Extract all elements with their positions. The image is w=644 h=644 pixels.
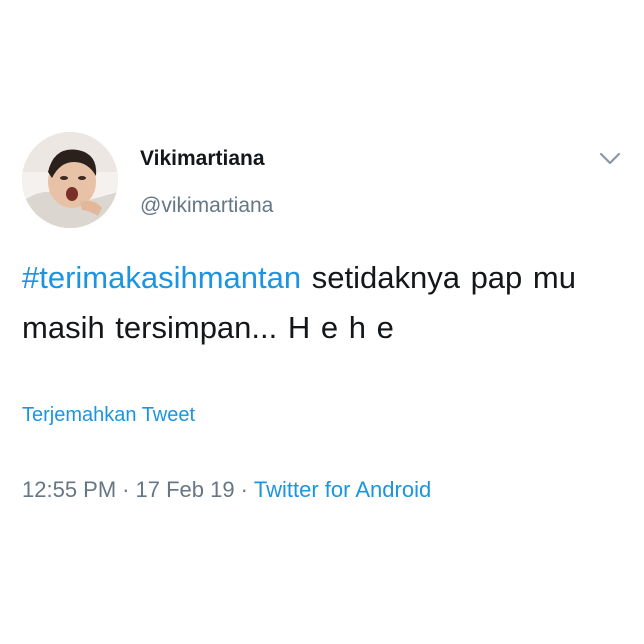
tweet-text: #terimakasihmantan setidaknya pap mu mas…: [22, 253, 632, 353]
avatar-photo: [22, 132, 118, 228]
separator-dot: ·: [122, 477, 130, 502]
user-handle[interactable]: @vikimartiana: [140, 194, 273, 218]
separator-dot: ·: [240, 477, 248, 502]
hashtag-link[interactable]: #terimakasihmantan: [22, 260, 301, 295]
translate-tweet-link[interactable]: Terjemahkan Tweet: [22, 404, 195, 427]
tweet-time[interactable]: 12:55 PM: [22, 477, 116, 502]
display-name[interactable]: Vikimartiana: [140, 147, 265, 171]
tweet-source-link[interactable]: Twitter for Android: [254, 477, 431, 502]
avatar[interactable]: [22, 132, 118, 228]
tweet-date[interactable]: 17 Feb 19: [136, 477, 235, 502]
chevron-down-icon[interactable]: [598, 150, 622, 168]
tweet-metadata: 12:55 PM · 17 Feb 19 · Twitter for Android: [22, 477, 431, 503]
